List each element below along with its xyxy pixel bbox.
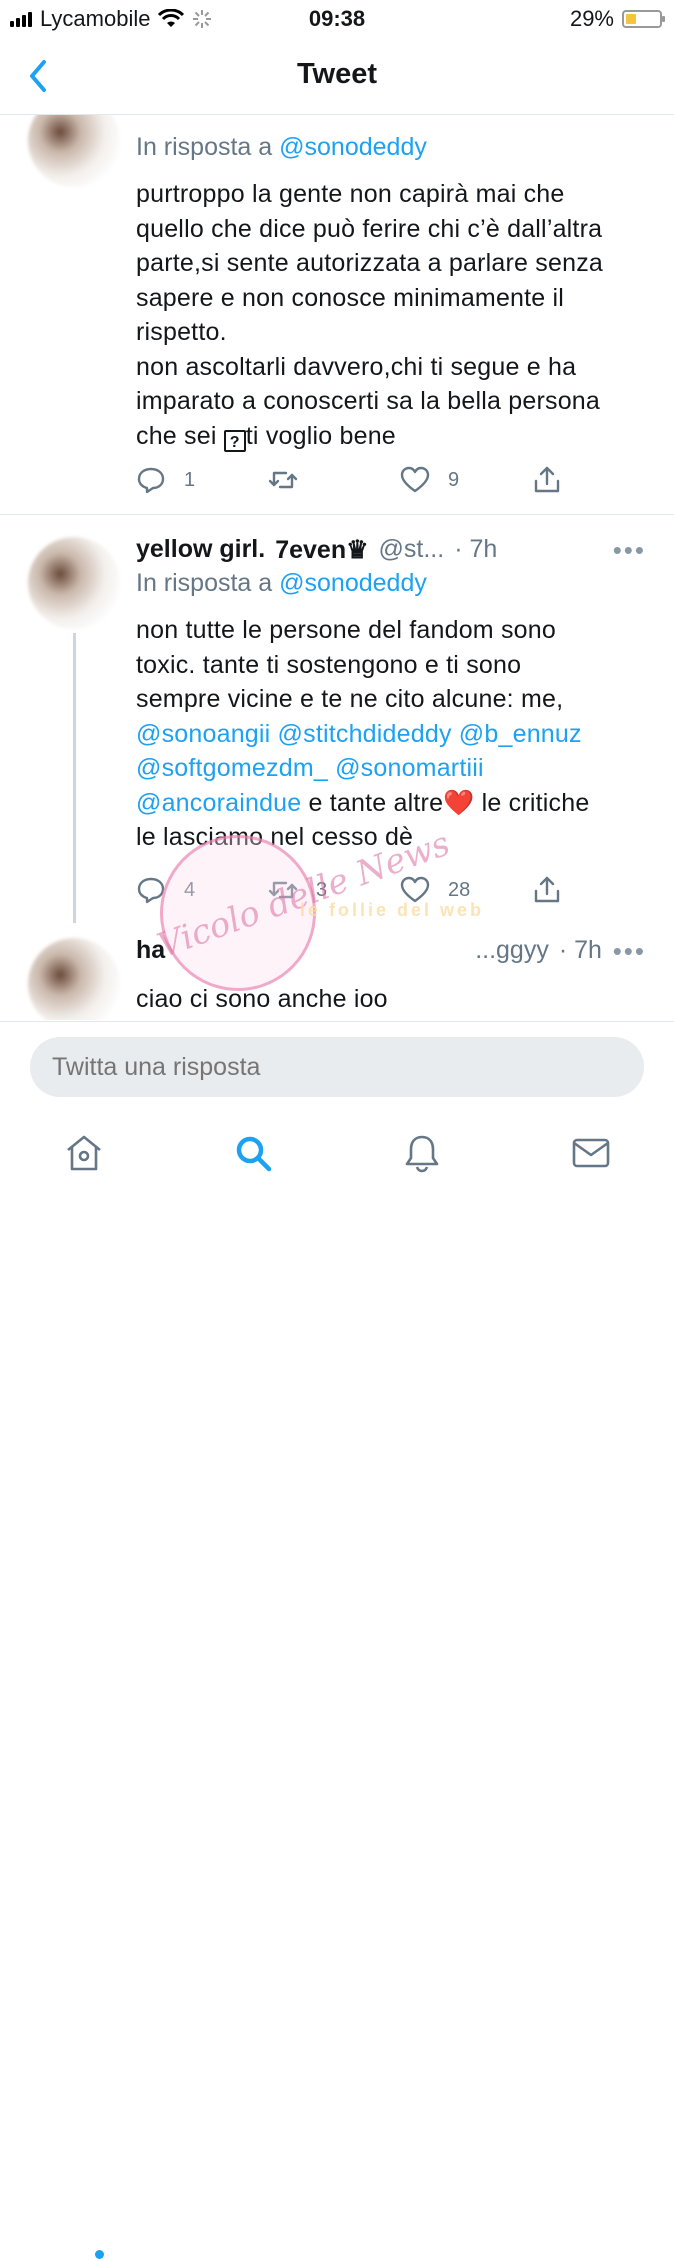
new-content-dot bbox=[95, 2250, 104, 2259]
share-icon bbox=[534, 876, 560, 903]
user-handle: ...ggyy bbox=[475, 936, 549, 964]
status-right: 29% bbox=[569, 6, 665, 32]
mention-links[interactable]: @sonoangii @stitchdideddy @b_ennuz bbox=[136, 717, 656, 752]
reply-input[interactable] bbox=[30, 1037, 644, 1097]
page-title: Tweet bbox=[296, 58, 378, 90]
heart-icon bbox=[400, 466, 430, 493]
reply-button[interactable]: 1 bbox=[136, 465, 195, 495]
tweet-text: non tutte le persone del fandom sono tox… bbox=[136, 613, 656, 855]
more-options-icon[interactable]: ••• bbox=[613, 936, 646, 967]
retweet-button[interactable] bbox=[268, 465, 298, 495]
tweet-actions: 1 9 bbox=[136, 465, 616, 505]
reply-context: In risposta a @sonodeddy bbox=[136, 569, 427, 597]
mention-link[interactable]: @ancoraindue bbox=[136, 789, 301, 817]
retweet-icon bbox=[268, 471, 298, 489]
tweet-header: yellow girl. 7even♛ @st... · 7h bbox=[136, 535, 656, 565]
reply-context: In risposta a @sonodeddy bbox=[136, 133, 427, 161]
red-heart-emoji: ❤️ bbox=[443, 788, 475, 817]
reply-count: 1 bbox=[184, 468, 196, 491]
navigation-bar: Tweet bbox=[0, 40, 674, 115]
reply-to-handle[interactable]: @sonodeddy bbox=[279, 133, 427, 161]
like-count: 28 bbox=[448, 878, 471, 901]
reply-icon bbox=[137, 467, 165, 494]
tab-home[interactable] bbox=[63, 1132, 105, 1174]
search-icon bbox=[236, 1136, 272, 1172]
thread-line bbox=[73, 633, 76, 923]
reply-composer bbox=[0, 1021, 674, 1120]
more-options-icon[interactable]: ••• bbox=[613, 535, 646, 566]
display-name-tail: 7even♛ bbox=[275, 536, 369, 564]
messages-icon bbox=[572, 1138, 610, 1168]
share-button[interactable] bbox=[532, 875, 562, 905]
tweet-time: · 7h bbox=[558, 936, 602, 964]
tab-messages[interactable] bbox=[570, 1132, 612, 1174]
avatar[interactable] bbox=[28, 537, 120, 629]
tweet-reply-3[interactable]: ha ...ggyy · 7h ••• ciao ci sono anche i… bbox=[0, 920, 674, 1020]
tab-notifications[interactable] bbox=[401, 1132, 443, 1174]
battery-icon bbox=[622, 10, 665, 28]
unknown-emoji-glyph: ? bbox=[223, 429, 246, 452]
tab-bar bbox=[0, 1120, 674, 2259]
avatar[interactable] bbox=[28, 938, 120, 1020]
tab-search[interactable] bbox=[232, 1132, 274, 1174]
like-button[interactable]: 9 bbox=[400, 465, 459, 495]
reply-timeline[interactable]: In risposta a @sonodeddy purtroppo la ge… bbox=[0, 115, 674, 1020]
display-name[interactable]: yellow girl. bbox=[136, 535, 265, 565]
battery-percent: 29% bbox=[569, 6, 614, 31]
tweet-time: · 7h bbox=[454, 535, 498, 563]
user-handle: @st... bbox=[378, 535, 445, 563]
home-icon bbox=[67, 1135, 101, 1171]
mention-links[interactable]: @softgomezdm_ @sonomartiii bbox=[136, 751, 656, 786]
tweet-reply-2[interactable]: yellow girl. 7even♛ @st... · 7h ••• In r… bbox=[0, 515, 674, 923]
avatar[interactable] bbox=[28, 115, 120, 187]
tweet-text: purtroppo la gente non capirà mai che qu… bbox=[136, 180, 603, 452]
like-count: 9 bbox=[448, 468, 460, 491]
share-button[interactable] bbox=[532, 465, 562, 495]
tweet-reply-1[interactable]: In risposta a @sonodeddy purtroppo la ge… bbox=[0, 115, 674, 513]
watermark-strip: le follie del web bbox=[300, 900, 485, 920]
notifications-icon bbox=[405, 1135, 439, 1173]
reply-to-handle[interactable]: @sonodeddy bbox=[279, 569, 427, 597]
status-bar: Lycamobile 09:38 29% bbox=[0, 0, 674, 40]
share-icon bbox=[534, 466, 560, 493]
